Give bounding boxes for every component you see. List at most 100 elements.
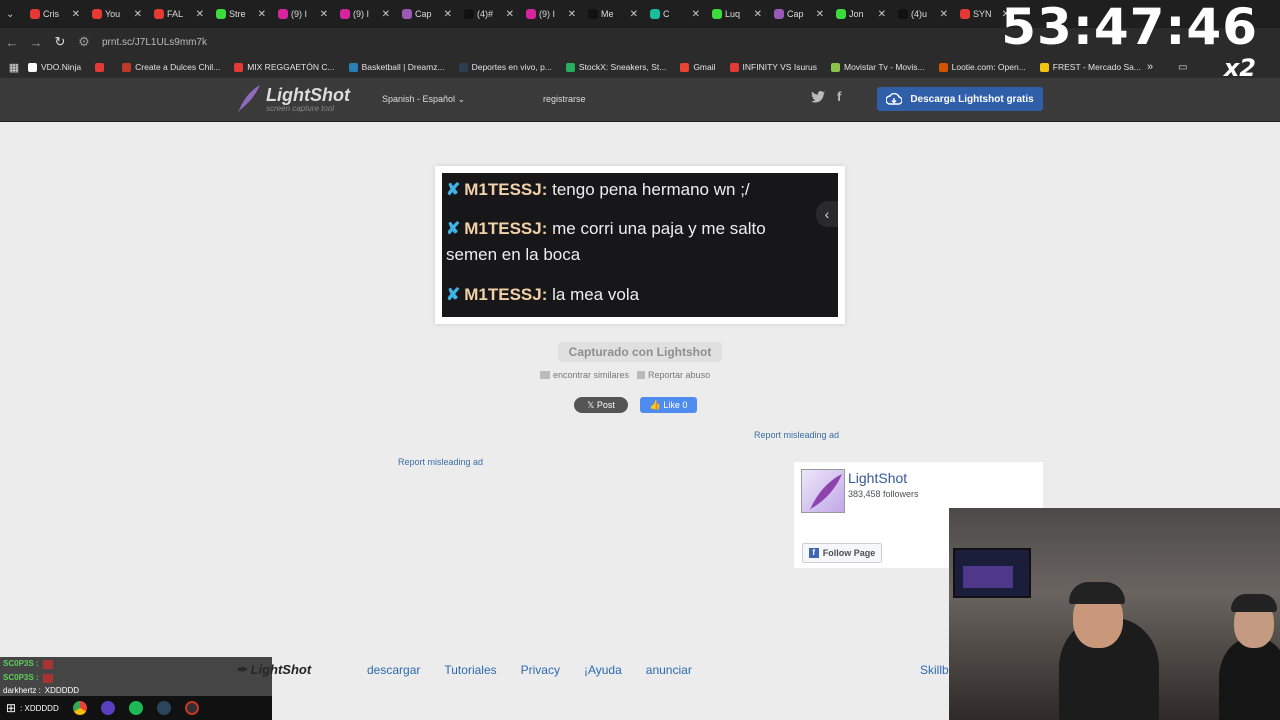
report-ad-link[interactable]: Report misleading ad	[398, 457, 483, 467]
bookmark-item[interactable]: Create a Dulces Chil...	[122, 62, 220, 72]
chat-message: ✘ M1TESSJ: tengo pena hermano wn ;/	[446, 180, 750, 200]
apps-icon[interactable]: ▦	[0, 61, 28, 74]
browser-tab[interactable]: Cris ✕	[24, 0, 86, 28]
person-body	[1219, 638, 1280, 720]
browser-tab[interactable]: (4)u ✕	[892, 0, 954, 28]
followers-count: 383,458 followers	[848, 489, 919, 499]
more-bookmarks-icon[interactable]: »	[1147, 61, 1153, 73]
url-field[interactable]: prnt.sc/J7L1ULs9mm7k	[102, 37, 207, 48]
back-icon[interactable]: ←	[0, 35, 24, 50]
browser-tab[interactable]: Cap ✕	[396, 0, 458, 28]
steam-icon[interactable]	[156, 701, 171, 715]
close-tab-icon[interactable]: ✕	[506, 9, 514, 20]
tab-favicon-icon	[216, 9, 226, 19]
captured-image[interactable]: ✘ M1TESSJ: tengo pena hermano wn ;/ ✘ M1TE…	[442, 173, 838, 317]
chevron-left-icon[interactable]: ‹	[816, 201, 838, 227]
browser-tab[interactable]: (9) I ✕	[520, 0, 582, 28]
bookmark-item[interactable]: INFINITY VS Isurus	[729, 62, 817, 72]
download-button[interactable]: Descarga Lightshot gratis	[877, 87, 1043, 111]
bookmark-item[interactable]: Lootie.com: Open...	[938, 62, 1026, 72]
obs-icon[interactable]	[184, 701, 199, 715]
chrome-icon[interactable]	[72, 701, 87, 715]
browser-tab[interactable]: C ✕	[644, 0, 706, 28]
footer-link-privacy[interactable]: Privacy	[521, 663, 560, 677]
close-tab-icon[interactable]: ✕	[692, 9, 700, 20]
report-ad-link[interactable]: Report misleading ad	[754, 430, 839, 440]
twitter-icon[interactable]	[811, 91, 825, 103]
browser-tab[interactable]: Stre ✕	[210, 0, 272, 28]
follow-label: Follow Page	[822, 548, 876, 558]
bookmark-item[interactable]: Movistar Tv - Movis...	[831, 62, 925, 72]
footer-link-advertise[interactable]: anunciar	[646, 663, 692, 677]
bookmark-favicon-icon	[28, 62, 37, 72]
app-icon[interactable]	[100, 701, 115, 715]
spotify-icon[interactable]	[128, 701, 143, 715]
browser-tab[interactable]: (9) I ✕	[334, 0, 396, 28]
close-tab-icon[interactable]: ✕	[878, 9, 886, 20]
close-tab-icon[interactable]: ✕	[568, 9, 576, 20]
language-selector[interactable]: Spanish - Español ⌄	[382, 94, 465, 105]
bookmark-item[interactable]: Deportes en vivo, p...	[458, 62, 552, 72]
bookmark-favicon-icon	[122, 62, 132, 72]
browser-tab[interactable]: FAL ✕	[148, 0, 210, 28]
forward-icon[interactable]: →	[24, 35, 48, 50]
bookmark-label: INFINITY VS Isurus	[742, 62, 817, 72]
windows-start-icon[interactable]: ⊞	[6, 701, 16, 715]
site-info-icon[interactable]: ⚙	[72, 34, 96, 50]
bookmark-favicon-icon	[348, 62, 358, 72]
bookmark-item[interactable]: VDO.Ninja	[28, 62, 81, 72]
page-avatar[interactable]	[801, 469, 845, 513]
browser-tab[interactable]: (4)# ✕	[458, 0, 520, 28]
bookmark-item[interactable]: MIX REGGAETÓN C...	[234, 62, 335, 72]
reload-icon[interactable]: ↻	[48, 34, 72, 50]
report-abuse-link[interactable]: Reportar abuso	[637, 370, 710, 380]
close-tab-icon[interactable]: ✕	[940, 9, 948, 20]
tab-favicon-icon	[898, 9, 908, 19]
close-tab-icon[interactable]: ✕	[754, 9, 762, 20]
chat-text: tengo pena hermano wn ;/	[547, 180, 750, 199]
browser-tab[interactable]: Jon ✕	[830, 0, 892, 28]
browser-tab[interactable]: (9) I ✕	[272, 0, 334, 28]
close-tab-icon[interactable]: ✕	[816, 9, 824, 20]
close-tab-icon[interactable]: ✕	[258, 9, 266, 20]
close-tab-icon[interactable]: ✕	[196, 9, 204, 20]
browser-tab[interactable]: Cap ✕	[768, 0, 830, 28]
bookmarks-bar: ▦ VDO.Ninja Create a Dulces Chil... MIX RE…	[0, 56, 1280, 78]
footer-link-help[interactable]: ¡Ayuda	[584, 663, 622, 677]
follow-page-button[interactable]: f Follow Page	[802, 543, 882, 563]
close-tab-icon[interactable]: ✕	[320, 9, 328, 20]
bookmark-favicon-icon	[831, 62, 840, 72]
close-tab-icon[interactable]: ✕	[382, 9, 390, 20]
bookmark-item[interactable]: Basketball | Dreamz...	[348, 62, 445, 72]
browser-tab[interactable]: Me ✕	[582, 0, 644, 28]
close-tab-icon[interactable]: ✕	[444, 9, 452, 20]
folder-icon[interactable]: ▭	[1178, 62, 1187, 73]
bookmark-item[interactable]: StockX: Sneakers, St...	[565, 62, 666, 72]
chat-text: me corri una paja y me salto	[547, 219, 766, 238]
footer-link-skillbox[interactable]: Skillb	[920, 663, 949, 677]
page-name[interactable]: LightShot	[848, 470, 907, 486]
browser-tab[interactable]: Luq ✕	[706, 0, 768, 28]
close-tab-icon[interactable]: ✕	[72, 9, 80, 20]
footer-link-tutorials[interactable]: Tutoriales	[444, 663, 496, 677]
close-tab-icon[interactable]: ✕	[630, 9, 638, 20]
browser-tab[interactable]: You ✕	[86, 0, 148, 28]
bookmark-item[interactable]: Gmail	[680, 62, 716, 72]
tab-favicon-icon	[278, 9, 288, 19]
bookmark-item[interactable]	[95, 62, 108, 72]
fb-like-button[interactable]: 👍 Like 0	[640, 397, 697, 413]
footer-link-download[interactable]: descargar	[367, 663, 420, 677]
bookmark-favicon-icon	[938, 62, 948, 72]
bookmark-item[interactable]: FREST - Mercado Sa...	[1039, 62, 1141, 72]
tab-favicon-icon	[30, 9, 40, 19]
tab-list-button[interactable]: ⌄	[0, 0, 24, 28]
facebook-icon[interactable]: f	[837, 90, 841, 103]
chat-username: M1TESSJ:	[464, 285, 548, 304]
x-post-button[interactable]: 𝕏 Post	[574, 397, 628, 413]
tab-label: Me	[601, 9, 614, 19]
find-similar-link[interactable]: encontrar similares	[540, 370, 629, 380]
close-tab-icon[interactable]: ✕	[134, 9, 142, 20]
lightshot-logo[interactable]: LightShot screen capture tool	[236, 84, 350, 114]
register-link[interactable]: registrarse	[543, 94, 586, 104]
lightshot-header: LightShot screen capture tool Spanish - …	[0, 78, 1280, 122]
